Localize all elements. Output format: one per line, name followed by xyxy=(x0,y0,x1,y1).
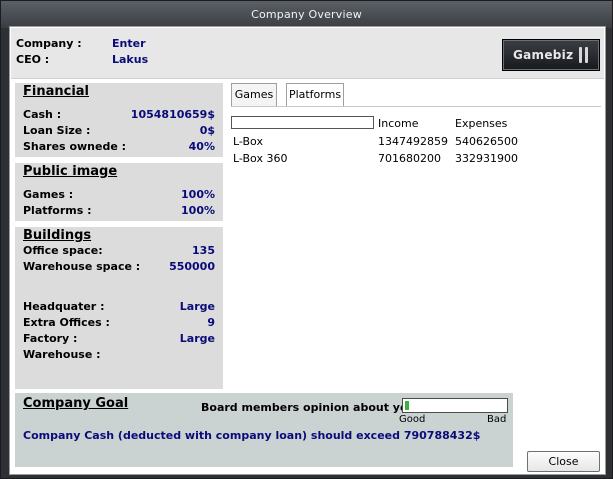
company-goal-title: Company Goal xyxy=(23,396,129,411)
board-opinion-label: Board members opinion about you : xyxy=(201,401,424,414)
games-image-value: 100% xyxy=(181,188,215,201)
public-image-panel: Public image Games : 100% Platforms : 10… xyxy=(15,163,223,221)
company-goal-panel: Company Goal Board members opinion about… xyxy=(15,393,513,467)
company-goal-text: Company Cash (deducted with company loan… xyxy=(23,429,481,442)
board-opinion-fill xyxy=(405,401,409,410)
public-image-title: Public image xyxy=(23,164,118,179)
platform-income: 701680200 xyxy=(378,152,441,165)
tab-platforms[interactable]: Platforms xyxy=(286,83,344,107)
company-label: Company : xyxy=(16,37,82,50)
tab-divider xyxy=(231,106,601,107)
good-label: Good xyxy=(399,414,426,425)
headquarter-value: Large xyxy=(179,300,215,313)
financial-panel: Financial Cash : 1054810659$ Loan Size :… xyxy=(15,83,223,157)
bad-label: Bad xyxy=(487,414,507,425)
platform-name[interactable]: L-Box 360 xyxy=(233,152,287,165)
window-content: Company : Enter CEO : Lakus Gamebiz Fina… xyxy=(9,26,606,475)
gamebiz-logo: Gamebiz xyxy=(502,39,600,71)
tab-games[interactable]: Games xyxy=(231,83,277,107)
logo-text: Gamebiz xyxy=(513,48,574,62)
platform-name[interactable]: L-Box xyxy=(233,135,263,148)
cash-label: Cash : xyxy=(23,108,62,121)
buildings-panel: Buildings Office space: 135 Warehouse sp… xyxy=(15,227,223,389)
company-value: Enter xyxy=(112,37,146,50)
platform-income: 1347492859 xyxy=(378,135,448,148)
extra-offices-value: 9 xyxy=(207,316,215,329)
extra-offices-label: Extra Offices : xyxy=(23,316,110,329)
expenses-column-header: Expenses xyxy=(455,117,508,130)
ceo-label: CEO : xyxy=(16,53,50,66)
platforms-image-label: Platforms : xyxy=(23,204,92,217)
games-image-label: Games : xyxy=(23,188,74,201)
platforms-image-value: 100% xyxy=(181,204,215,217)
company-overview-window: Company Overview Company : Enter CEO : L… xyxy=(0,0,613,479)
warehouse-space-value: 550000 xyxy=(169,260,215,273)
financial-title: Financial xyxy=(23,84,90,99)
window-title[interactable]: Company Overview xyxy=(1,1,612,28)
headquarter-label: Headquater : xyxy=(23,300,105,313)
buildings-title: Buildings xyxy=(23,228,92,243)
platform-expenses: 540626500 xyxy=(455,135,518,148)
income-column-header: Income xyxy=(378,117,419,130)
pause-icon xyxy=(579,47,589,63)
close-button[interactable]: Close xyxy=(527,451,600,472)
company-header: Company : Enter CEO : Lakus Gamebiz xyxy=(11,28,604,79)
platform-expenses: 332931900 xyxy=(455,152,518,165)
office-space-value: 135 xyxy=(192,244,215,257)
shares-value: 40% xyxy=(188,140,215,153)
cash-value: 1054810659$ xyxy=(130,108,215,121)
platform-filter-input[interactable] xyxy=(231,116,374,129)
ceo-value: Lakus xyxy=(112,53,149,66)
factory-value: Large xyxy=(179,332,215,345)
board-opinion-meter xyxy=(402,398,508,413)
warehouse-space-label: Warehouse space : xyxy=(23,260,141,273)
shares-label: Shares ownede : xyxy=(23,140,127,153)
warehouse-label: Warehouse : xyxy=(23,348,101,361)
loan-size-value: 0$ xyxy=(199,124,215,137)
loan-size-label: Loan Size : xyxy=(23,124,91,137)
factory-label: Factory : xyxy=(23,332,78,345)
office-space-label: Office space: xyxy=(23,244,103,257)
